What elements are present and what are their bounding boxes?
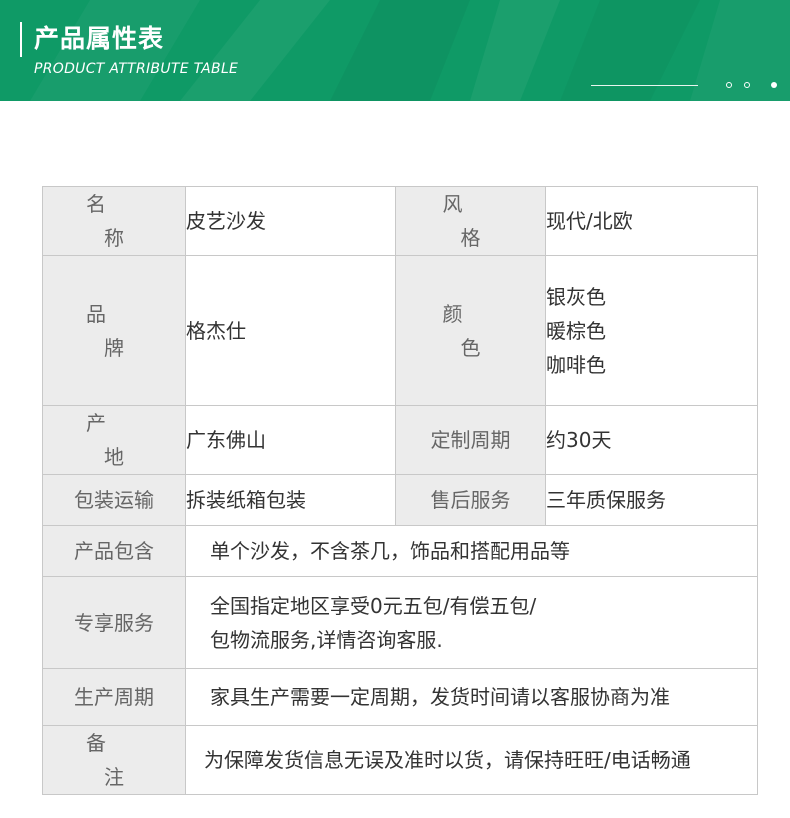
color-value: 银灰色 暖棕色 咖啡色: [545, 255, 758, 406]
decor-line: [591, 85, 698, 86]
exclusive-service-value: 全国指定地区享受0元五包/有偿五包/ 包物流服务,详情咨询客服.: [185, 576, 758, 669]
remark-label: 备 注: [42, 725, 186, 795]
table-row: 名 称 皮艺沙发 风 格 现代/北欧: [42, 186, 758, 256]
packaging-value: 拆装纸箱包装: [185, 474, 396, 526]
exclusive-service-line: 包物流服务,详情咨询客服.: [210, 627, 443, 652]
style-label: 风 格: [395, 186, 546, 256]
name-label: 名 称: [42, 186, 186, 256]
custom-cycle-label: 定制周期: [395, 405, 546, 475]
production-cycle-label: 生产周期: [42, 668, 186, 726]
brand-label: 品 牌: [42, 255, 186, 406]
table-row: 产 地 广东佛山 定制周期 约30天: [42, 405, 758, 475]
decor-dot: [771, 82, 777, 88]
header-banner: 产品属性表 PRODUCT ATTRIBUTE TABLE: [0, 0, 790, 101]
table-row: 产品包含 单个沙发，不含茶几，饰品和搭配用品等: [42, 525, 758, 577]
table-row: 包装运输 拆装纸箱包装 售后服务 三年质保服务: [42, 474, 758, 526]
origin-label: 产 地: [42, 405, 186, 475]
table-row: 备 注 为保障发货信息无误及准时以货，请保持旺旺/电话畅通: [42, 725, 758, 795]
brand-value: 格杰仕: [185, 255, 396, 406]
table-row: 专享服务 全国指定地区享受0元五包/有偿五包/ 包物流服务,详情咨询客服.: [42, 576, 758, 669]
production-cycle-value: 家具生产需要一定周期，发货时间请以客服协商为准: [185, 668, 758, 726]
exclusive-service-label: 专享服务: [42, 576, 186, 669]
color-option: 咖啡色: [546, 352, 606, 377]
remark-value: 为保障发货信息无误及准时以货，请保持旺旺/电话畅通: [185, 725, 758, 795]
origin-value: 广东佛山: [185, 405, 396, 475]
style-value: 现代/北欧: [545, 186, 758, 256]
exclusive-service-line: 全国指定地区享受0元五包/有偿五包/: [210, 593, 537, 618]
name-value: 皮艺沙发: [185, 186, 396, 256]
title-bar-accent: [20, 22, 22, 57]
decor-dot: [744, 82, 750, 88]
aftersale-value: 三年质保服务: [545, 474, 758, 526]
page-title: 产品属性表: [34, 24, 165, 53]
page-subtitle: PRODUCT ATTRIBUTE TABLE: [34, 61, 239, 77]
includes-label: 产品包含: [42, 525, 186, 577]
color-label: 颜 色: [395, 255, 546, 406]
packaging-label: 包装运输: [42, 474, 186, 526]
decor-dot: [726, 82, 732, 88]
color-option: 暖棕色: [546, 318, 606, 343]
color-option: 银灰色: [546, 284, 606, 309]
attribute-table: 名 称 皮艺沙发 风 格 现代/北欧 品 牌 格杰仕 颜 色 银灰色 暖棕色 咖…: [42, 186, 758, 795]
includes-value: 单个沙发，不含茶几，饰品和搭配用品等: [185, 525, 758, 577]
table-row: 生产周期 家具生产需要一定周期，发货时间请以客服协商为准: [42, 668, 758, 726]
table-row: 品 牌 格杰仕 颜 色 银灰色 暖棕色 咖啡色: [42, 255, 758, 406]
custom-cycle-value: 约30天: [545, 405, 758, 475]
aftersale-label: 售后服务: [395, 474, 546, 526]
